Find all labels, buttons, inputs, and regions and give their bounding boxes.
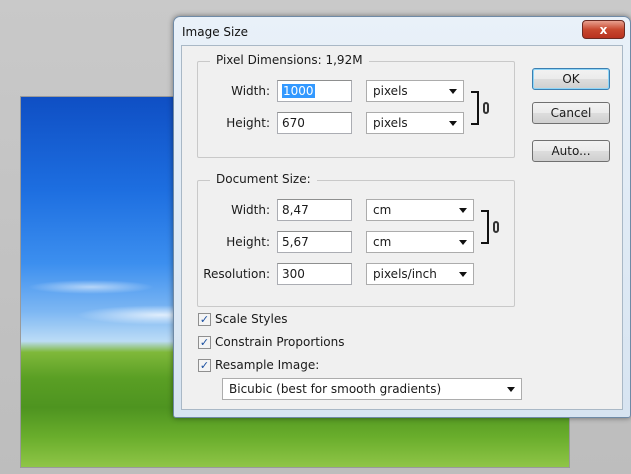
close-icon: x (599, 22, 608, 37)
pixel-height-unit-select[interactable]: pixels (366, 112, 464, 134)
pixel-width-unit: pixels (373, 84, 408, 98)
doc-height-value: 5,67 (282, 235, 309, 249)
scale-styles-checkbox[interactable]: ✓ (198, 312, 211, 326)
close-button[interactable]: x (582, 20, 625, 39)
dialog-title: Image Size (182, 25, 249, 39)
doc-width-unit-select[interactable]: cm (366, 199, 474, 221)
ok-button[interactable]: OK (532, 68, 610, 90)
doc-width-unit: cm (373, 203, 392, 217)
resample-image-checkbox-row[interactable]: ✓ Resample Image: (198, 358, 319, 372)
resolution-input[interactable]: 300 (277, 263, 352, 285)
cancel-button[interactable]: Cancel (532, 102, 610, 124)
chevron-down-icon (459, 208, 467, 213)
doc-height-label: Height: (226, 235, 270, 249)
constrain-proportions-checkbox-row[interactable]: ✓ Constrain Proportions (198, 335, 345, 349)
pixel-height-input[interactable]: 670 (277, 112, 352, 134)
document-size-header: Document Size: (210, 172, 317, 186)
pixel-height-label: Height: (226, 116, 270, 130)
doc-height-unit-select[interactable]: cm (366, 231, 474, 253)
doc-width-input[interactable]: 8,47 (277, 199, 352, 221)
chain-link-icon (493, 221, 499, 233)
constrain-proportions-checkbox[interactable]: ✓ (198, 335, 211, 349)
chevron-down-icon (459, 240, 467, 245)
pixel-height-value: 670 (282, 116, 305, 130)
doc-height-unit: cm (373, 235, 392, 249)
constrain-proportions-label: Constrain Proportions (215, 335, 345, 349)
pixel-dimensions-group: Pixel Dimensions: 1,92M Width: 1000 pixe… (197, 53, 515, 158)
pixel-width-input[interactable]: 1000 (277, 80, 352, 102)
chevron-down-icon (449, 89, 457, 94)
pixel-dimensions-header: Pixel Dimensions: 1,92M (210, 53, 369, 67)
resolution-value: 300 (282, 267, 305, 281)
chain-link-icon (483, 102, 489, 114)
resample-image-label: Resample Image: (215, 358, 320, 372)
resample-image-checkbox[interactable]: ✓ (198, 358, 211, 372)
doc-link-bracket (481, 210, 489, 244)
pixel-link-bracket (471, 91, 479, 125)
title-bar[interactable]: Image Size x (174, 17, 630, 45)
auto-button[interactable]: Auto... (532, 140, 610, 162)
resolution-label: Resolution: (203, 267, 270, 281)
doc-height-input[interactable]: 5,67 (277, 231, 352, 253)
chevron-down-icon (507, 387, 515, 392)
pixel-dimensions-size: 1,92M (325, 53, 363, 67)
document-size-group: Document Size: Width: 8,47 cm Height: 5,… (197, 172, 515, 307)
resample-method-value: Bicubic (best for smooth gradients) (229, 382, 442, 396)
pixel-width-label: Width: (231, 84, 270, 98)
resample-method-select[interactable]: Bicubic (best for smooth gradients) (222, 378, 522, 400)
pixel-dimensions-title: Pixel Dimensions: (216, 53, 322, 67)
pixel-width-unit-select[interactable]: pixels (366, 80, 464, 102)
scale-styles-label: Scale Styles (215, 312, 288, 326)
chevron-down-icon (459, 272, 467, 277)
doc-width-value: 8,47 (282, 203, 309, 217)
scale-styles-checkbox-row[interactable]: ✓ Scale Styles (198, 312, 288, 326)
doc-width-label: Width: (231, 203, 270, 217)
image-size-dialog: Image Size x Pixel Dimensions: 1,92M Wid… (173, 16, 631, 418)
pixel-height-unit: pixels (373, 116, 408, 130)
pixel-width-value: 1000 (282, 84, 315, 98)
chevron-down-icon (449, 121, 457, 126)
document-size-title: Document Size: (216, 172, 311, 186)
dialog-body: Pixel Dimensions: 1,92M Width: 1000 pixe… (181, 45, 623, 410)
resolution-unit: pixels/inch (373, 267, 437, 281)
resolution-unit-select[interactable]: pixels/inch (366, 263, 474, 285)
